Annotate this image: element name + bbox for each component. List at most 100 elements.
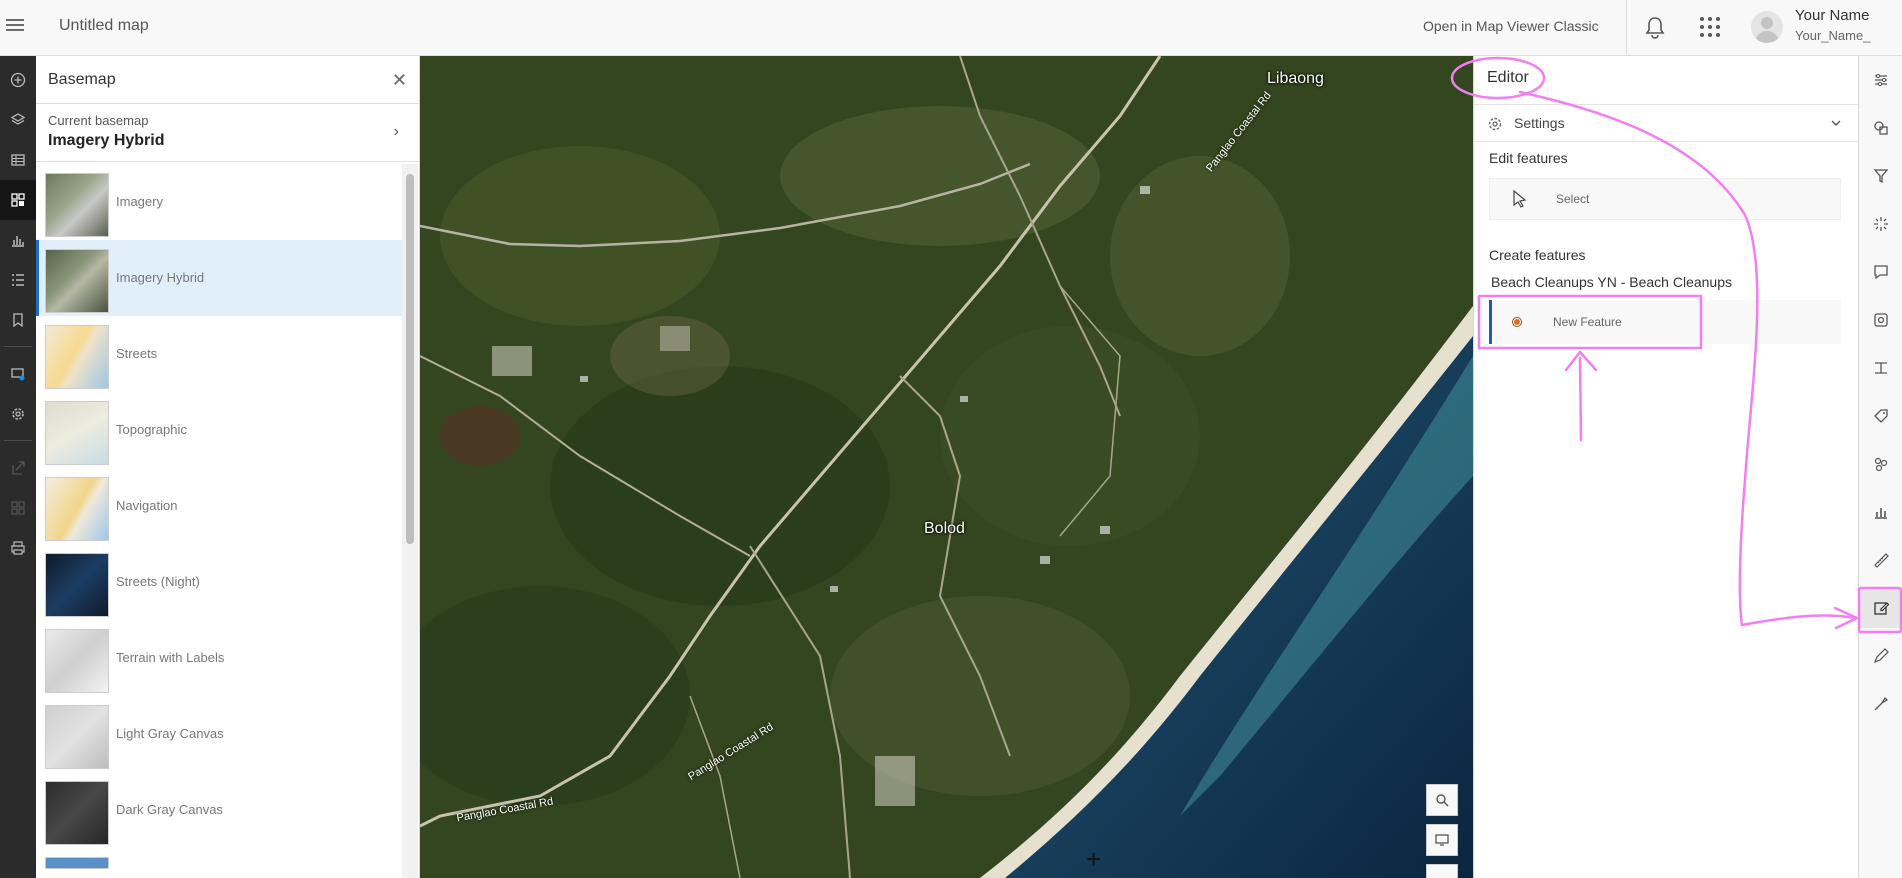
terrain-thumbnail <box>45 629 109 693</box>
current-basemap-button[interactable]: Current basemap Imagery Hybrid › <box>36 104 419 162</box>
imagery-hybrid-thumbnail <box>45 249 109 313</box>
edit-features-title: Edit features <box>1489 150 1568 166</box>
pop-ups-icon[interactable] <box>1859 252 1902 292</box>
aggregation-icon[interactable] <box>1859 492 1902 532</box>
left-toolbar <box>0 56 36 878</box>
labels-icon[interactable] <box>1859 396 1902 436</box>
basemap-item-label: Dark Gray Canvas <box>116 802 223 817</box>
topographic-thumbnail <box>45 401 109 465</box>
screen-icon[interactable] <box>1426 824 1458 856</box>
place-label-bolod: Bolod <box>924 520 965 537</box>
properties-icon[interactable] <box>1859 60 1902 100</box>
bookmarks-icon[interactable] <box>0 300 36 340</box>
basemap-item-imagery[interactable]: Imagery <box>36 164 402 240</box>
sketch-icon[interactable] <box>0 354 36 394</box>
navigation-thumbnail <box>45 477 109 541</box>
toolbar-divider <box>4 440 32 441</box>
close-icon[interactable]: ✕ <box>392 70 407 91</box>
sketch-pen-icon[interactable] <box>1859 636 1902 676</box>
select-label: Select <box>1556 192 1590 206</box>
select-button[interactable]: Select <box>1489 178 1841 220</box>
layers-icon[interactable] <box>0 100 36 140</box>
settings-accordion[interactable]: Settings <box>1474 104 1858 142</box>
basemap-item-label: Streets (Night) <box>116 574 200 589</box>
print-icon[interactable] <box>0 528 36 568</box>
basemap-item-terrain-with-labels[interactable]: Terrain with Labels <box>36 620 402 696</box>
open-classic-link[interactable]: Open in Map Viewer Classic <box>1423 18 1599 34</box>
basemap-item-label: Streets <box>116 346 158 361</box>
basemap-scrollbar[interactable] <box>402 164 418 878</box>
right-toolbar <box>1858 56 1902 878</box>
basemap-gallery: Imagery Imagery Hybrid Streets Topograph… <box>36 164 402 869</box>
legend-icon[interactable] <box>0 260 36 300</box>
basemap-item-partial[interactable] <box>36 848 402 869</box>
styles-icon[interactable] <box>1859 108 1902 148</box>
streets-night-thumbnail <box>45 553 109 617</box>
basemap-panel-title: Basemap <box>48 71 116 88</box>
toolbar-divider <box>4 346 32 347</box>
fields-icon[interactable] <box>1859 348 1902 388</box>
current-basemap-value: Imagery Hybrid <box>48 132 165 149</box>
imagery-thumbnail <box>45 173 109 237</box>
basemap-item-label: Imagery <box>116 194 163 209</box>
chevron-right-icon: › <box>393 123 399 140</box>
app-header: Untitled map Open in Map Viewer Classic … <box>0 0 1902 56</box>
filter-icon[interactable] <box>1859 156 1902 196</box>
satellite-imagery <box>420 56 1473 878</box>
user-name[interactable]: Your Name <box>1795 7 1870 24</box>
analysis-icon[interactable] <box>1859 684 1902 724</box>
avatar[interactable] <box>1751 11 1783 43</box>
edit-icon[interactable] <box>1859 588 1902 628</box>
new-feature-button[interactable]: New Feature <box>1489 300 1841 344</box>
editor-title: Editor <box>1487 69 1529 86</box>
tables-icon[interactable] <box>0 140 36 180</box>
app-launcher-grid-icon[interactable] <box>1700 17 1720 37</box>
gear-icon <box>1488 117 1502 131</box>
basemap-item-streets[interactable]: Streets <box>36 316 402 392</box>
dark-gray-thumbnail <box>45 781 109 845</box>
editor-panel: Editor Settings Edit features Select Cre… <box>1473 56 1858 878</box>
search-icon[interactable] <box>1426 784 1458 816</box>
configure-pop-ups-icon[interactable] <box>1859 300 1902 340</box>
crosshair-icon: + <box>1086 844 1102 874</box>
basemap-item-label: Light Gray Canvas <box>116 726 224 741</box>
settings-label: Settings <box>1514 115 1565 131</box>
basemap-item-dark-gray-canvas[interactable]: Dark Gray Canvas <box>36 772 402 848</box>
header-divider <box>1626 0 1627 55</box>
share-icon[interactable] <box>0 448 36 488</box>
basemap-item-label: Navigation <box>116 498 178 513</box>
basemap-item-imagery-hybrid[interactable]: Imagery Hybrid <box>36 240 402 316</box>
scrollbar-thumb[interactable] <box>406 174 414 544</box>
basemap-item-label: Terrain with Labels <box>116 650 225 665</box>
new-feature-label: New Feature <box>1553 315 1622 329</box>
streets-thumbnail <box>45 325 109 389</box>
map-view[interactable]: Libaong Bolod Panglao Coastal Rd Panglao… <box>420 56 1473 878</box>
basemap-item-light-gray-canvas[interactable]: Light Gray Canvas <box>36 696 402 772</box>
map-properties-icon[interactable] <box>0 394 36 434</box>
hamburger-menu-icon[interactable] <box>6 16 24 34</box>
current-basemap-label: Current basemap <box>48 113 149 128</box>
basemap-panel-header: Basemap ✕ <box>36 56 419 104</box>
partial-thumbnail <box>45 857 109 869</box>
map-control[interactable] <box>1426 864 1458 878</box>
basemap-item-navigation[interactable]: Navigation <box>36 468 402 544</box>
light-gray-thumbnail <box>45 705 109 769</box>
map-title[interactable]: Untitled map <box>59 17 149 35</box>
basemap-panel: Basemap ✕ Current basemap Imagery Hybrid… <box>36 56 420 878</box>
effects-icon[interactable] <box>1859 204 1902 244</box>
basemap-item-streets-night[interactable]: Streets (Night) <box>36 544 402 620</box>
create-features-title: Create features <box>1489 247 1586 263</box>
basemap-item-topographic[interactable]: Topographic <box>36 392 402 468</box>
cursor-icon <box>1513 190 1527 208</box>
basemap-item-label: Imagery Hybrid <box>116 270 205 285</box>
charts-icon[interactable] <box>0 220 36 260</box>
measure-icon[interactable] <box>1859 540 1902 580</box>
basemap-icon[interactable] <box>0 180 36 220</box>
add-layer-icon[interactable] <box>0 60 36 100</box>
bell-icon[interactable] <box>1644 15 1666 39</box>
user-handle: Your_Name_ <box>1795 28 1871 43</box>
chevron-down-icon <box>1831 120 1841 126</box>
basemap-item-label: Topographic <box>116 422 187 437</box>
qr-icon[interactable] <box>0 488 36 528</box>
clustering-icon[interactable] <box>1859 444 1902 484</box>
